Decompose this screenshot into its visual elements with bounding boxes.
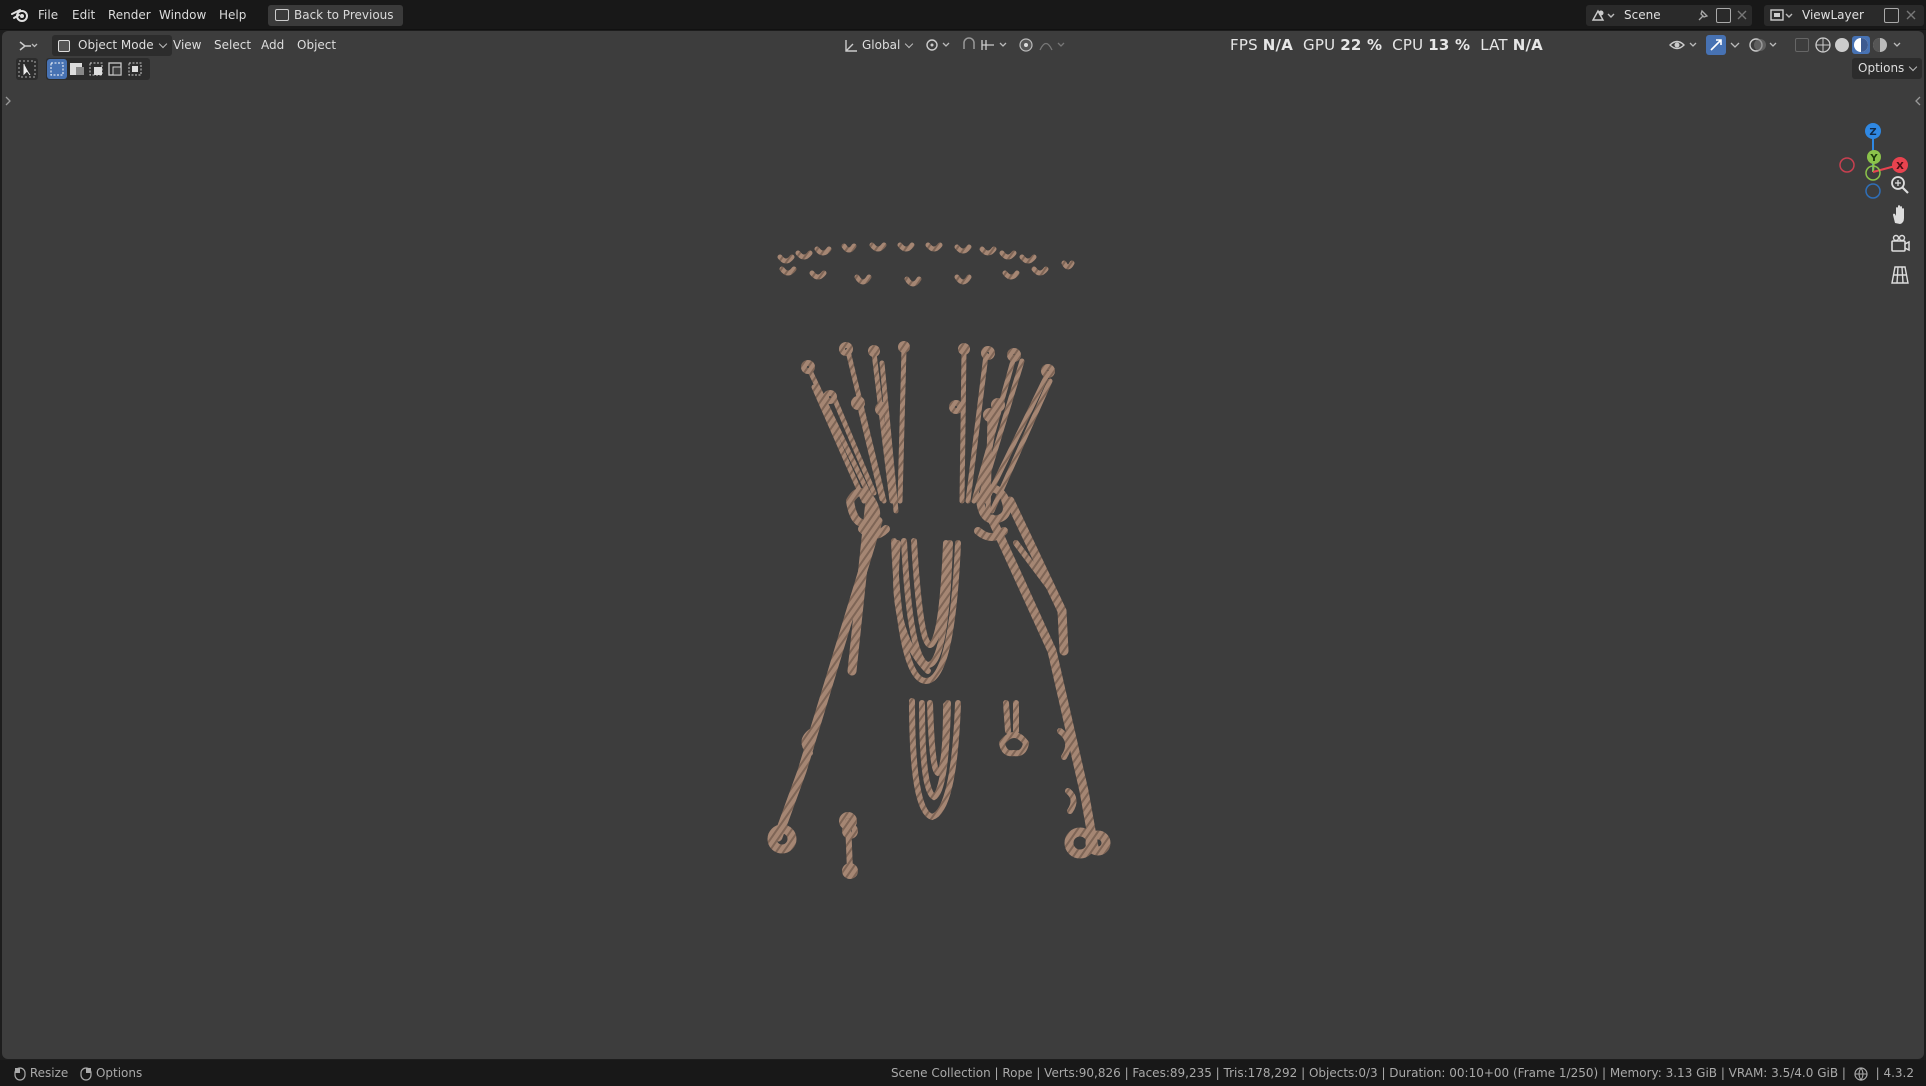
menu-edit[interactable]: Edit bbox=[66, 6, 101, 24]
blender-version: 4.3.2 bbox=[1883, 1066, 1914, 1080]
viewlayer-icon bbox=[1770, 9, 1793, 21]
status-bar: Resize Options Scene Collection | Rope |… bbox=[0, 1060, 1926, 1086]
menu-file[interactable]: File bbox=[32, 6, 64, 24]
screen-icon bbox=[275, 9, 289, 21]
scene-icon bbox=[1591, 9, 1615, 21]
menu-help[interactable]: Help bbox=[213, 6, 252, 24]
viewlayer-selector[interactable]: ViewLayer bbox=[1764, 5, 1924, 26]
pin-icon[interactable] bbox=[1696, 8, 1710, 23]
rope-hanging-loops bbox=[891, 538, 961, 821]
rope-strands-right bbox=[959, 348, 1053, 520]
new-scene-icon[interactable] bbox=[1716, 8, 1731, 23]
status-right: Scene Collection | Rope | Verts:90,826 |… bbox=[890, 1066, 1914, 1081]
top-bar: File Edit Render Window Help Back to Pre… bbox=[0, 0, 1926, 30]
status-options-label: Options bbox=[95, 1066, 143, 1080]
blender-logo-icon[interactable] bbox=[10, 6, 30, 24]
close-icon[interactable] bbox=[1905, 9, 1917, 21]
back-to-previous-label: Back to Previous bbox=[294, 8, 394, 22]
status-resize-label: Resize bbox=[29, 1066, 69, 1080]
3d-viewport[interactable]: Object Mode View Select Add Object Globa… bbox=[2, 31, 1924, 1059]
globe-icon bbox=[1854, 1066, 1868, 1081]
rope-model[interactable] bbox=[2, 31, 1924, 1059]
scene-name[interactable]: Scene bbox=[1624, 7, 1661, 24]
scene-selector[interactable]: Scene bbox=[1586, 5, 1752, 26]
rope-strands-left bbox=[807, 346, 907, 514]
menu-render[interactable]: Render bbox=[102, 6, 157, 24]
mouse-right-icon bbox=[80, 1066, 92, 1081]
back-to-previous-button[interactable]: Back to Previous bbox=[268, 5, 403, 26]
rope-hook-ring bbox=[777, 242, 1075, 287]
mouse-left-icon bbox=[14, 1066, 26, 1081]
scene-statistics: Scene Collection | Rope | Verts:90,826 |… bbox=[890, 1066, 1846, 1080]
close-icon[interactable] bbox=[1736, 9, 1748, 21]
status-left: Resize Options bbox=[14, 1066, 142, 1081]
viewlayer-name[interactable]: ViewLayer bbox=[1802, 7, 1864, 24]
new-viewlayer-icon[interactable] bbox=[1884, 8, 1899, 23]
menu-window[interactable]: Window bbox=[153, 6, 212, 24]
